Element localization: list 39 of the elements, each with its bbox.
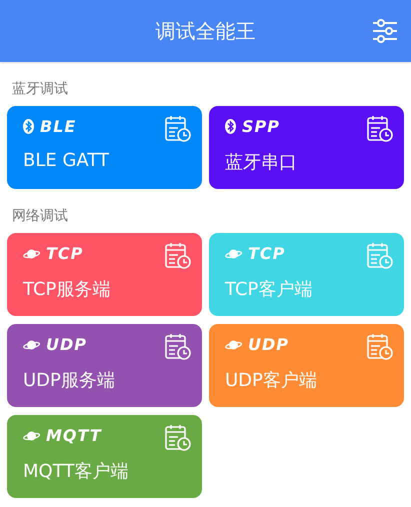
calendar-clock-icon <box>366 333 394 361</box>
planet-icon <box>23 430 40 442</box>
planet-icon <box>225 338 242 350</box>
protocol-label: UDP <box>46 335 87 354</box>
card-title: 蓝牙串口 <box>225 151 298 174</box>
card-title: UDP客户端 <box>225 369 318 392</box>
protocol-label: BLE <box>40 117 76 136</box>
tool-card[interactable]: BLE BLE GATT <box>7 106 202 189</box>
calendar-clock-icon <box>164 424 192 452</box>
tool-card[interactable]: SPP 蓝牙串口 <box>209 106 404 189</box>
protocol-label: TCP <box>46 244 84 263</box>
app-title: 调试全能王 <box>156 18 256 44</box>
calendar-clock-icon <box>164 115 192 143</box>
protocol-label: SPP <box>242 117 280 136</box>
tool-card[interactable]: UDP UDP服务端 <box>7 324 202 407</box>
settings-icon[interactable] <box>372 18 398 44</box>
bluetooth-icon <box>23 119 34 134</box>
tool-card[interactable]: MQTT MQTT客户端 <box>7 415 202 498</box>
calendar-clock-icon <box>164 333 192 361</box>
tool-card[interactable]: TCP TCP客户端 <box>209 233 404 316</box>
tool-card[interactable]: TCP TCP服务端 <box>7 233 202 316</box>
card-title: UDP服务端 <box>23 369 116 392</box>
card-title: TCP客户端 <box>225 278 314 301</box>
protocol-label: UDP <box>248 335 289 354</box>
protocol-label: MQTT <box>46 426 102 445</box>
section-label: 蓝牙调试 <box>12 80 68 98</box>
planet-icon <box>23 338 40 350</box>
bluetooth-icon <box>225 119 236 134</box>
calendar-clock-icon <box>366 115 394 143</box>
tool-card[interactable]: UDP UDP客户端 <box>209 324 404 407</box>
calendar-clock-icon <box>366 242 394 270</box>
card-title: TCP服务端 <box>23 278 112 301</box>
section-label: 网络调试 <box>12 207 68 225</box>
card-title: MQTT客户端 <box>23 460 130 483</box>
card-title: BLE GATT <box>23 150 110 171</box>
planet-icon <box>225 248 242 260</box>
planet-icon <box>23 248 40 260</box>
protocol-label: TCP <box>248 244 286 263</box>
calendar-clock-icon <box>164 242 192 270</box>
